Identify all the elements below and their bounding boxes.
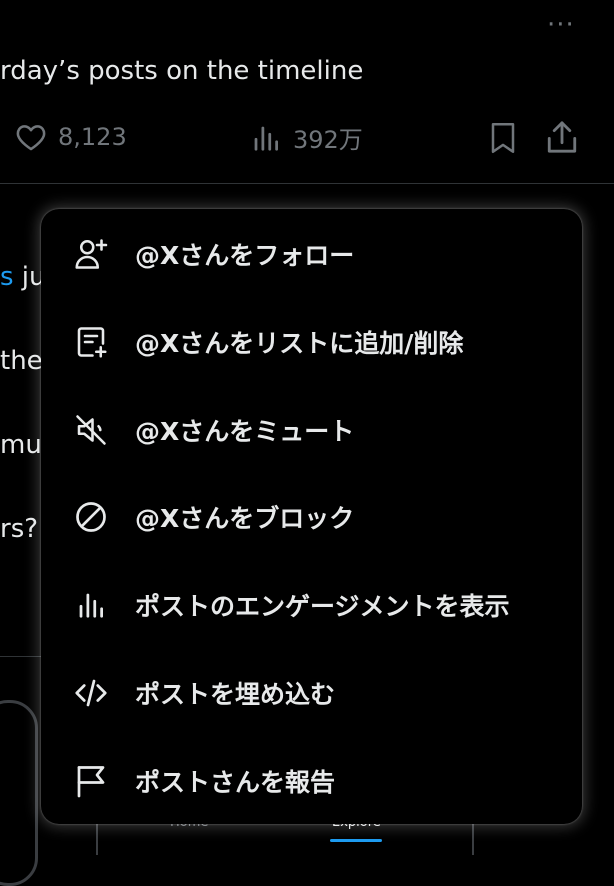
post-options-menu: @Xさんをフォロー @Xさんをリストに追加/削除 @Xさんをミュート @Xさんを… (41, 209, 582, 824)
post-divider (0, 183, 614, 184)
menu-item-label: ポストのエンゲージメントを表示 (135, 592, 510, 621)
share-upload-icon (545, 118, 579, 156)
menu-item-label: @Xさんをミュート (135, 417, 355, 446)
bg-post-line-3: mu (0, 430, 42, 460)
like-button[interactable]: 8,123 (14, 120, 127, 154)
list-add-icon (73, 324, 109, 360)
views-chart-icon (251, 121, 281, 155)
bg-post-line-2: the (0, 346, 43, 376)
embed-code-icon (73, 675, 109, 711)
report-flag-icon (73, 763, 109, 799)
heart-icon (14, 120, 48, 154)
menu-item-label: ポストを埋め込む (135, 680, 336, 709)
menu-item-block[interactable]: @Xさんをブロック (41, 473, 582, 561)
view-count: 392万 (293, 126, 363, 154)
phone-mockup (0, 700, 38, 886)
menu-item-label: @Xさんをブロック (135, 504, 355, 533)
mute-icon (73, 412, 109, 448)
menu-item-list[interactable]: @Xさんをリストに追加/削除 (41, 298, 582, 386)
menu-item-embed[interactable]: ポストを埋め込む (41, 649, 582, 737)
menu-item-follow[interactable]: @Xさんをフォロー (41, 210, 582, 298)
bg-mention-link[interactable]: s (0, 262, 14, 292)
like-count: 8,123 (58, 123, 127, 151)
follow-user-icon (73, 236, 109, 272)
block-icon (73, 499, 109, 535)
post-text: rday’s posts on the timeline (0, 56, 364, 86)
menu-item-engagement[interactable]: ポストのエンゲージメントを表示 (41, 561, 582, 649)
menu-item-mute[interactable]: @Xさんをミュート (41, 386, 582, 474)
views-button[interactable]: 392万 (251, 120, 363, 155)
bg-post-line-4: rs? (0, 514, 39, 544)
share-button[interactable] (545, 118, 579, 156)
tab-explore-indicator (330, 839, 382, 842)
engagement-chart-icon (73, 587, 109, 623)
menu-item-label: @Xさんをリストに追加/削除 (135, 329, 464, 358)
menu-item-label: @Xさんをフォロー (135, 241, 355, 270)
bookmark-icon (488, 120, 518, 156)
menu-item-report[interactable]: ポストさんを報告 (41, 737, 582, 825)
more-options-icon[interactable]: ··· (547, 10, 575, 40)
menu-item-label: ポストさんを報告 (135, 768, 336, 797)
bookmark-button[interactable] (488, 120, 518, 156)
